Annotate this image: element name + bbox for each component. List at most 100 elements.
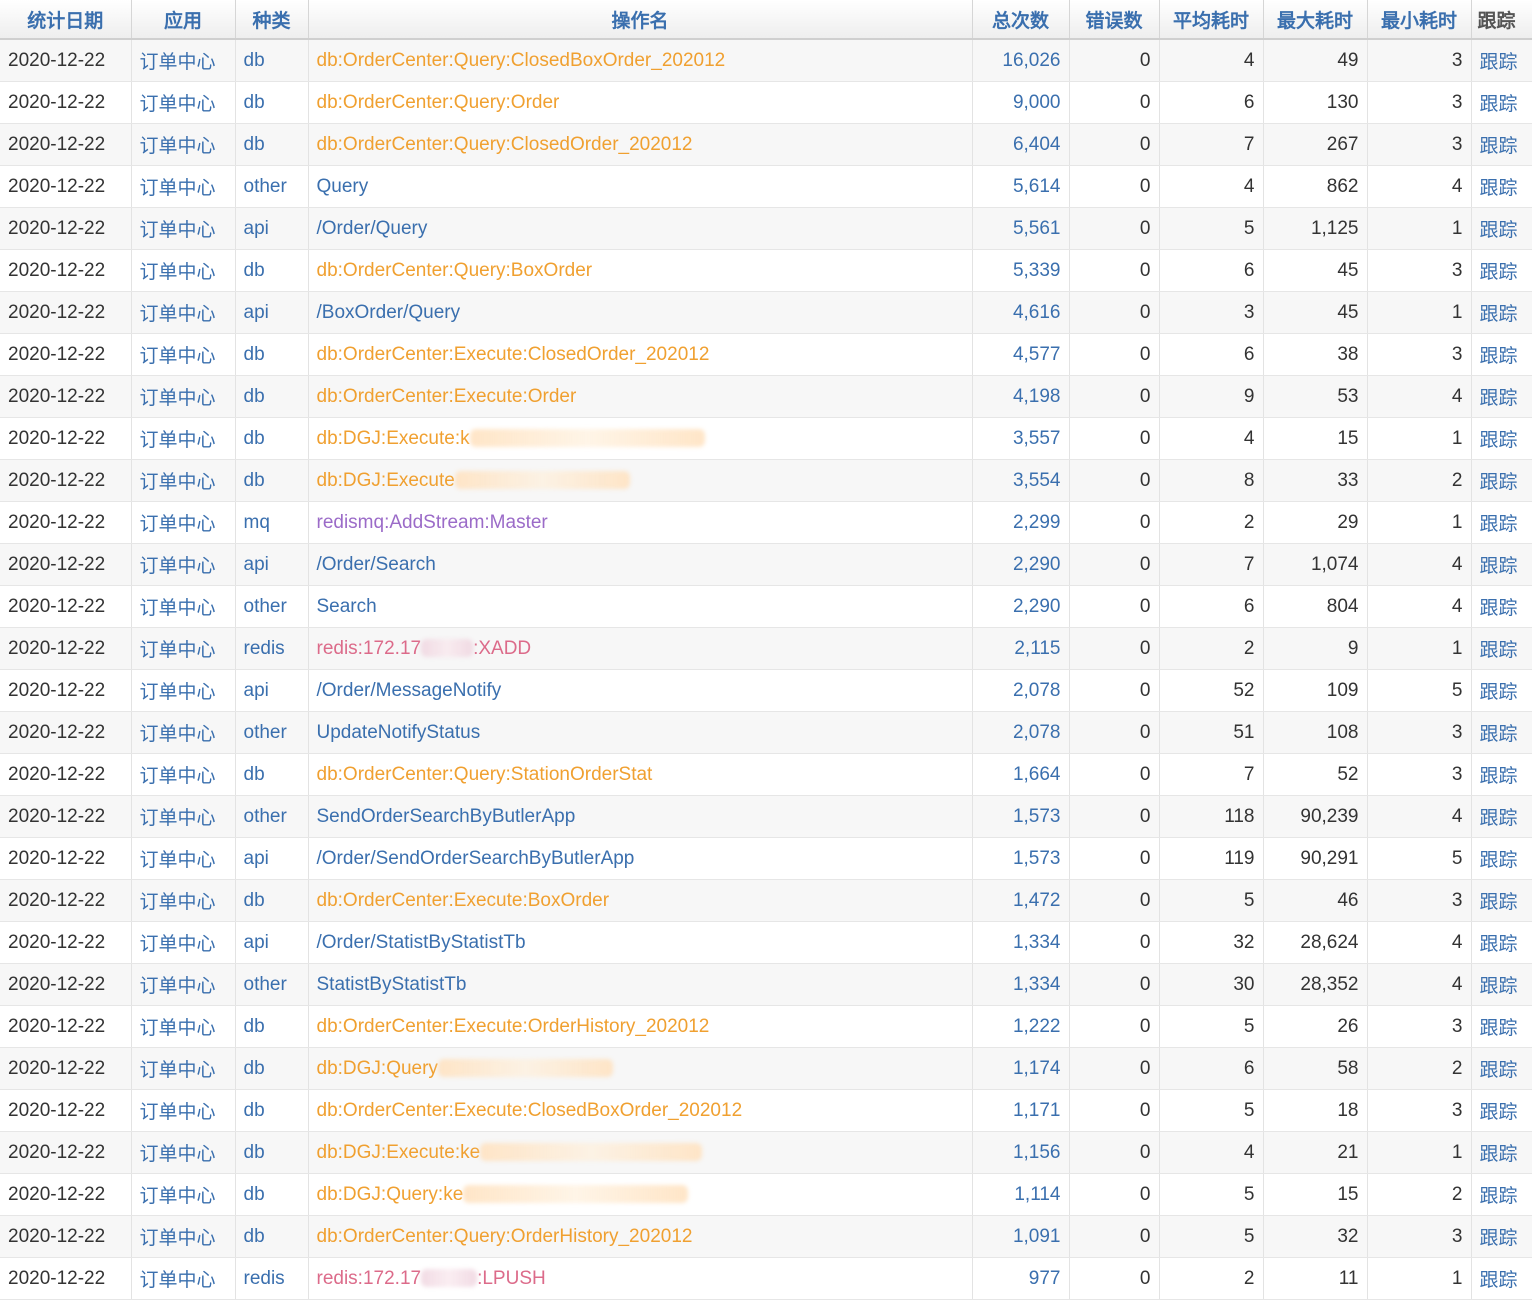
trace-link[interactable]: 跟踪 — [1471, 165, 1532, 208]
table-row[interactable]: 2020-12-22 订单中心 other UpdateNotifyStatus 2,0… — [0, 711, 1532, 754]
trace-link[interactable]: 跟踪 — [1471, 837, 1532, 880]
table-row[interactable]: 2020-12-22 订单中心 db db:DGJ:Query:ke 1,114 0 5 15… — [0, 1173, 1532, 1216]
total-count-cell[interactable]: 3,557 — [972, 417, 1070, 460]
table-row[interactable]: 2020-12-22 订单中心 db db:OrderCenter:Execute:O… — [0, 1005, 1532, 1048]
trace-link[interactable]: 跟踪 — [1471, 207, 1532, 250]
table-row[interactable]: 2020-12-22 订单中心 other StatistByStatistTb 1,3… — [0, 963, 1532, 1006]
operation-name-cell[interactable]: db:OrderCenter:Execute:BoxOrder — [308, 879, 973, 922]
table-row[interactable]: 2020-12-22 订单中心 redis redis:172.17:LPUSH 977… — [0, 1257, 1532, 1300]
operation-name-cell[interactable]: /Order/MessageNotify — [308, 669, 973, 712]
operation-name-link[interactable]: redismq:AddStream:Master — [317, 512, 548, 533]
trace-link[interactable]: 跟踪 — [1471, 1005, 1532, 1048]
operation-name-cell[interactable]: /BoxOrder/Query — [308, 291, 973, 334]
operation-name-link[interactable]: db:DGJ:Query:ke — [317, 1184, 464, 1205]
total-count-cell[interactable]: 16,026 — [972, 39, 1070, 82]
operation-name-link[interactable]: db:DGJ:Execute — [317, 470, 455, 491]
operation-name-link[interactable]: db:OrderCenter:Query:StationOrderStat — [317, 764, 653, 785]
column-header-kind[interactable]: 种类 — [235, 0, 309, 40]
total-count-cell[interactable]: 1,171 — [972, 1089, 1070, 1132]
total-count-cell[interactable]: 2,078 — [972, 669, 1070, 712]
trace-link[interactable]: 跟踪 — [1471, 81, 1532, 124]
operation-name-cell[interactable]: db:OrderCenter:Execute:ClosedOrder_20201… — [308, 333, 973, 376]
table-row[interactable]: 2020-12-22 订单中心 mq redismq:AddStream:Master… — [0, 501, 1532, 544]
operation-name-link[interactable]: redis:172.17 — [317, 1268, 422, 1289]
operation-name-link[interactable]: db:OrderCenter:Execute:ClosedOrder_20201… — [317, 344, 710, 365]
trace-link[interactable]: 跟踪 — [1471, 1173, 1532, 1216]
trace-link[interactable]: 跟踪 — [1471, 39, 1532, 82]
operation-name-cell[interactable]: db:OrderCenter:Query:OrderHistory_202012 — [308, 1215, 973, 1258]
operation-name-cell[interactable]: db:OrderCenter:Query:ClosedBoxOrder_2020… — [308, 39, 973, 82]
trace-link[interactable]: 跟踪 — [1471, 1089, 1532, 1132]
total-count-cell[interactable]: 1,174 — [972, 1047, 1070, 1090]
operation-name-link[interactable]: /Order/Search — [317, 554, 436, 575]
trace-link[interactable]: 跟踪 — [1471, 417, 1532, 460]
column-header-avg[interactable]: 平均耗时 — [1159, 0, 1264, 40]
operation-name-link[interactable]: /Order/SendOrderSearchByButlerApp — [317, 848, 635, 869]
operation-name-link[interactable]: db:OrderCenter:Execute:ClosedBoxOrder_20… — [317, 1100, 743, 1121]
operation-name-cell[interactable]: redis:172.17:LPUSH — [308, 1257, 973, 1300]
table-row[interactable]: 2020-12-22 订单中心 db db:OrderCenter:Execute:C… — [0, 333, 1532, 376]
operation-name-cell[interactable]: /Order/StatistByStatistTb — [308, 921, 973, 964]
total-count-cell[interactable]: 1,334 — [972, 921, 1070, 964]
total-count-cell[interactable]: 1,222 — [972, 1005, 1070, 1048]
operation-name-link[interactable]: db:OrderCenter:Query:ClosedOrder_202012 — [317, 134, 693, 155]
trace-link[interactable]: 跟踪 — [1471, 795, 1532, 838]
operation-name-link[interactable]: db:OrderCenter:Execute:BoxOrder — [317, 890, 610, 911]
operation-name-cell[interactable]: db:OrderCenter:Query:StationOrderStat — [308, 753, 973, 796]
operation-name-cell[interactable]: db:DGJ:Query:ke — [308, 1173, 973, 1216]
operation-name-cell[interactable]: db:OrderCenter:Execute:ClosedBoxOrder_20… — [308, 1089, 973, 1132]
trace-link[interactable]: 跟踪 — [1471, 249, 1532, 292]
trace-link[interactable]: 跟踪 — [1471, 291, 1532, 334]
table-row[interactable]: 2020-12-22 订单中心 db db:OrderCenter:Execute:C… — [0, 1089, 1532, 1132]
total-count-cell[interactable]: 1,156 — [972, 1131, 1070, 1174]
operation-name-cell[interactable]: db:DGJ:Execute — [308, 459, 973, 502]
total-count-cell[interactable]: 1,573 — [972, 795, 1070, 838]
operation-name-link[interactable]: db:OrderCenter:Query:OrderHistory_202012 — [317, 1226, 693, 1247]
total-count-cell[interactable]: 4,198 — [972, 375, 1070, 418]
operation-name-link[interactable]: /BoxOrder/Query — [317, 302, 461, 323]
operation-name-cell[interactable]: /Order/SendOrderSearchByButlerApp — [308, 837, 973, 880]
trace-link[interactable]: 跟踪 — [1471, 879, 1532, 922]
total-count-cell[interactable]: 6,404 — [972, 123, 1070, 166]
column-header-max[interactable]: 最大耗时 — [1263, 0, 1368, 40]
operation-name-link[interactable]: /Order/MessageNotify — [317, 680, 502, 701]
table-row[interactable]: 2020-12-22 订单中心 db db:OrderCenter:Query:Box… — [0, 249, 1532, 292]
total-count-cell[interactable]: 1,114 — [972, 1173, 1070, 1216]
total-count-cell[interactable]: 3,554 — [972, 459, 1070, 502]
trace-link[interactable]: 跟踪 — [1471, 669, 1532, 712]
operation-name-link[interactable]: Query — [317, 176, 369, 197]
operation-name-cell[interactable]: UpdateNotifyStatus — [308, 711, 973, 754]
table-row[interactable]: 2020-12-22 订单中心 api/Order/Query 5,561 0 5 1,12… — [0, 207, 1532, 250]
column-header-total[interactable]: 总次数 — [972, 0, 1070, 40]
column-header-date[interactable]: 统计日期 — [0, 0, 132, 40]
operation-name-link[interactable]: Search — [317, 596, 377, 617]
table-row[interactable]: 2020-12-22 订单中心 db db:OrderCenter:Query:Clo… — [0, 123, 1532, 166]
table-row[interactable]: 2020-12-22 订单中心 api/Order/Search 2,290 0 7 1,0… — [0, 543, 1532, 586]
trace-link[interactable]: 跟踪 — [1471, 753, 1532, 796]
operation-name-cell[interactable]: db:OrderCenter:Query:BoxOrder — [308, 249, 973, 292]
table-row[interactable]: 2020-12-22 订单中心 db db:OrderCenter:Execute:B… — [0, 879, 1532, 922]
operation-name-cell[interactable]: Query — [308, 165, 973, 208]
table-row[interactable]: 2020-12-22 订单中心 other Search 2,290 0 6 804 4 跟踪 — [0, 585, 1532, 628]
total-count-cell[interactable]: 977 — [972, 1257, 1070, 1300]
trace-link[interactable]: 跟踪 — [1471, 1257, 1532, 1300]
operation-name-link[interactable]: redis:172.17 — [317, 638, 422, 659]
trace-link[interactable]: 跟踪 — [1471, 459, 1532, 502]
operation-name-cell[interactable]: db:DGJ:Execute:ke — [308, 1131, 973, 1174]
total-count-cell[interactable]: 2,299 — [972, 501, 1070, 544]
operation-name-link[interactable]: /Order/StatistByStatistTb — [317, 932, 526, 953]
trace-link[interactable]: 跟踪 — [1471, 963, 1532, 1006]
column-header-app[interactable]: 应用 — [131, 0, 236, 40]
operation-name-cell[interactable]: db:OrderCenter:Query:Order — [308, 81, 973, 124]
trace-link[interactable]: 跟踪 — [1471, 1131, 1532, 1174]
trace-link[interactable]: 跟踪 — [1471, 123, 1532, 166]
table-row[interactable]: 2020-12-22 订单中心 redis redis:172.17:XADD 2,11… — [0, 627, 1532, 670]
operation-name-cell[interactable]: db:OrderCenter:Execute:OrderHistory_2020… — [308, 1005, 973, 1048]
operation-name-cell[interactable]: db:DGJ:Query — [308, 1047, 973, 1090]
operation-name-link[interactable]: /Order/Query — [317, 218, 428, 239]
total-count-cell[interactable]: 5,614 — [972, 165, 1070, 208]
trace-link[interactable]: 跟踪 — [1471, 921, 1532, 964]
operation-name-cell[interactable]: redismq:AddStream:Master — [308, 501, 973, 544]
total-count-cell[interactable]: 2,290 — [972, 585, 1070, 628]
table-row[interactable]: 2020-12-22 订单中心 other SendOrderSearchByButl… — [0, 795, 1532, 838]
